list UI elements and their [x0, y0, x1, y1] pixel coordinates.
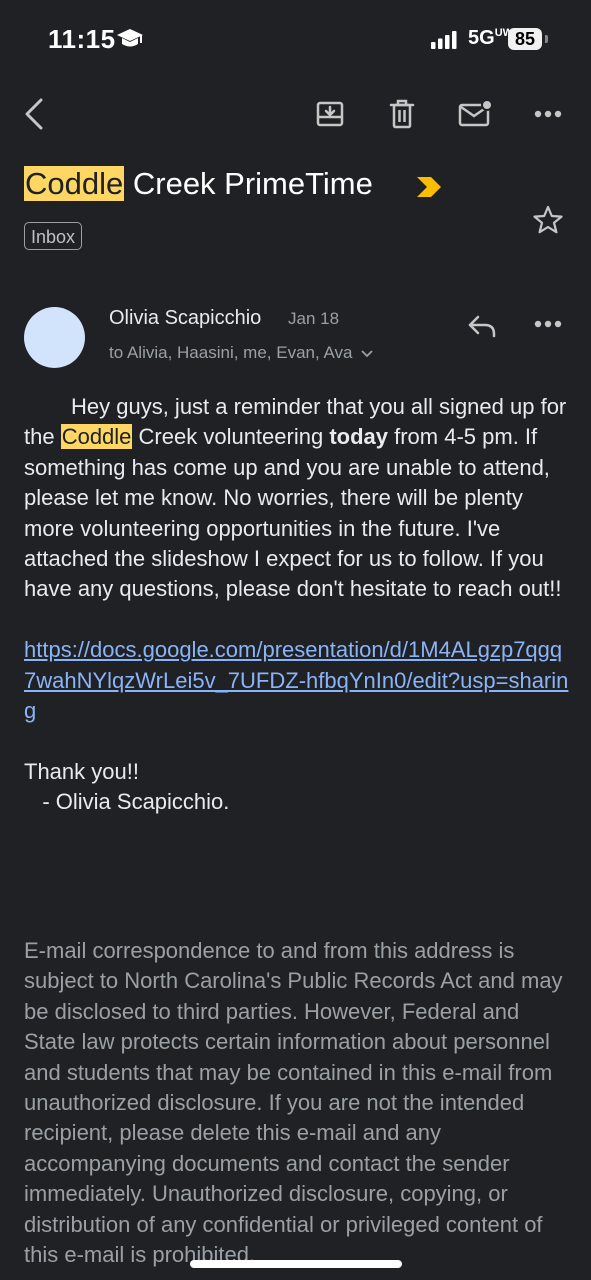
graduation-cap-icon [116, 28, 144, 55]
subject-highlight: Coddle [24, 166, 125, 201]
subject-text: Creek PrimeTime [124, 166, 373, 201]
body-bold-today: today [329, 424, 388, 450]
recipients-text: to Alivia, Haasini, me, Evan, Ava [109, 343, 353, 362]
back-arrow-icon[interactable] [18, 94, 50, 134]
reply-icon[interactable] [464, 310, 500, 342]
message-more-icon[interactable] [530, 308, 566, 340]
battery-indicator: 85 [508, 28, 542, 50]
status-time: 11:15 [48, 24, 116, 54]
more-icon[interactable] [530, 96, 566, 132]
mark-unread-icon[interactable] [456, 96, 496, 132]
signature-text: - Olivia Scapicchio. [24, 789, 230, 815]
importance-marker-icon[interactable] [415, 175, 443, 204]
recipients-toggle[interactable]: to Alivia, Haasini, me, Evan, Ava [109, 343, 373, 363]
archive-icon[interactable] [312, 96, 348, 132]
thanks-text: Thank you!! [24, 758, 139, 784]
star-icon[interactable] [530, 202, 566, 238]
body-paragraph: Hey guys, just a reminder that you all s… [24, 394, 567, 602]
chevron-down-icon [361, 349, 373, 357]
sent-date: Jan 18 [288, 309, 340, 328]
signal-icon [431, 31, 457, 54]
email-subject: Coddle Creek PrimeTime [24, 166, 373, 202]
inbox-label-badge[interactable]: Inbox [24, 222, 83, 250]
sender-name[interactable]: Olivia Scapicchio [109, 307, 261, 330]
network-indicator: 5GUW [468, 27, 514, 49]
email-disclaimer: E-mail correspondence to and from this a… [24, 938, 563, 1268]
battery-tip [545, 35, 548, 43]
slideshow-link[interactable]: https://docs.google.com/presentation/d/1… [24, 637, 568, 723]
trash-icon[interactable] [384, 96, 420, 132]
body-highlight: Coddle [60, 424, 133, 450]
home-indicator[interactable] [190, 1260, 402, 1268]
avatar[interactable] [24, 307, 85, 368]
email-body: Hey guys, just a reminder that you all s… [24, 392, 569, 818]
